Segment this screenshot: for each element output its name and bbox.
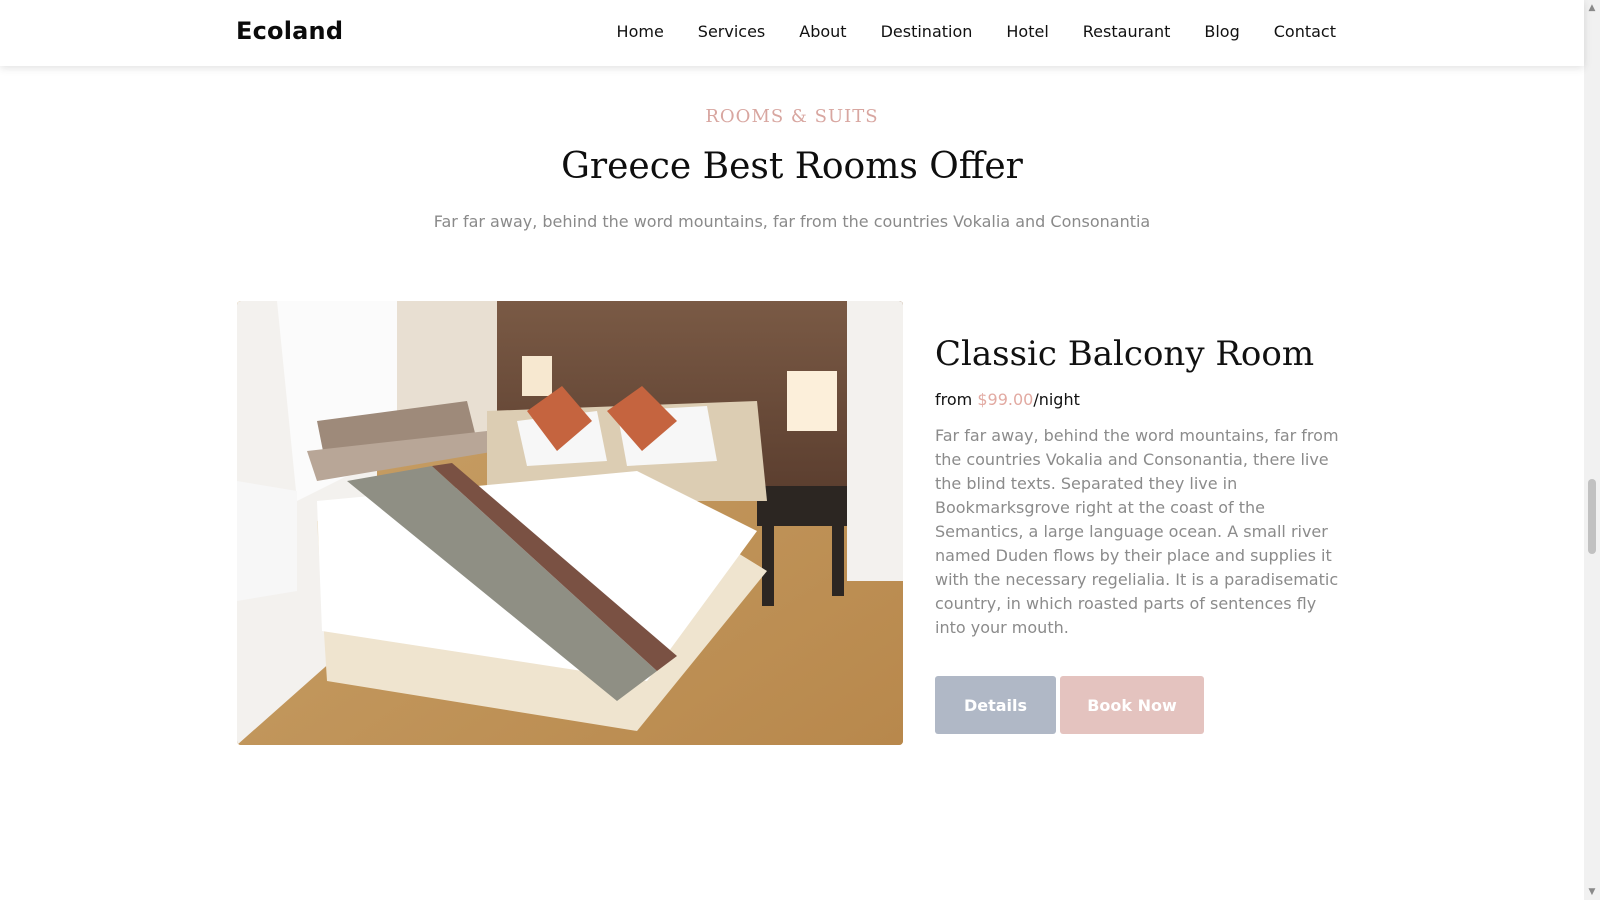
price-prefix: from bbox=[935, 390, 978, 409]
nav-link-restaurant[interactable]: Restaurant bbox=[1083, 22, 1171, 41]
nav-link-about[interactable]: About bbox=[799, 22, 846, 41]
navbar: Ecoland Home Services About Destination … bbox=[0, 0, 1584, 66]
nav-link-blog[interactable]: Blog bbox=[1204, 22, 1239, 41]
nav-link-destination[interactable]: Destination bbox=[881, 22, 973, 41]
section-eyebrow: ROOMS & SUITS bbox=[705, 106, 879, 127]
room-price-line: from $99.00/night bbox=[935, 390, 1080, 409]
price-amount: $99.00 bbox=[977, 390, 1034, 409]
vertical-scrollbar[interactable]: ▲ ▼ bbox=[1584, 0, 1600, 900]
details-button[interactable]: Details bbox=[935, 676, 1056, 734]
book-now-button[interactable]: Book Now bbox=[1060, 676, 1204, 734]
room-image[interactable] bbox=[237, 301, 903, 745]
room-description: Far far away, behind the word mountains,… bbox=[935, 426, 1339, 637]
hotel-room-photo bbox=[237, 301, 903, 745]
section-heading: Greece Best Rooms Offer bbox=[561, 146, 1023, 187]
rooms-section: ROOMS & SUITS Greece Best Rooms Offer Fa… bbox=[0, 66, 1584, 900]
scroll-down-arrow-icon[interactable]: ▼ bbox=[1584, 884, 1600, 900]
room-title: Classic Balcony Room bbox=[935, 334, 1315, 374]
nav-link-contact[interactable]: Contact bbox=[1274, 22, 1336, 41]
scroll-thumb[interactable] bbox=[1588, 479, 1596, 554]
scroll-up-arrow-icon[interactable]: ▲ bbox=[1584, 0, 1600, 16]
nav-link-home[interactable]: Home bbox=[617, 22, 664, 41]
nav-link-services[interactable]: Services bbox=[698, 22, 765, 41]
price-suffix: /night bbox=[1033, 390, 1080, 409]
nav-link-hotel[interactable]: Hotel bbox=[1006, 22, 1048, 41]
section-subtitle: Far far away, behind the word mountains,… bbox=[433, 212, 1151, 231]
brand-logo[interactable]: Ecoland bbox=[236, 17, 343, 45]
main-navigation: Home Services About Destination Hotel Re… bbox=[617, 22, 1336, 41]
